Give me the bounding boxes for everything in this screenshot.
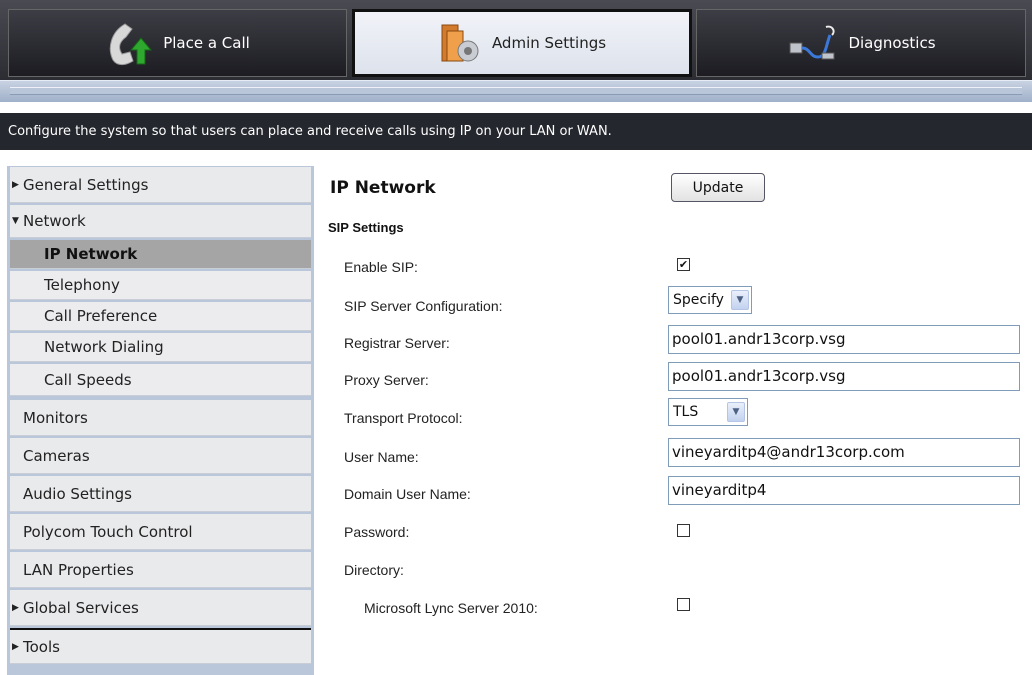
chevron-down-icon: ▼ bbox=[731, 290, 749, 310]
sidebar-item-call-preference[interactable]: Call Preference bbox=[10, 302, 311, 331]
sip-server-config-select[interactable]: Specify ▼ bbox=[668, 286, 752, 314]
lync-server-checkbox[interactable] bbox=[677, 598, 690, 611]
sidebar-item-network[interactable]: ▼ Network bbox=[10, 205, 311, 238]
label-user-name: User Name: bbox=[344, 449, 419, 465]
sidebar-item-label: Global Services bbox=[23, 598, 139, 617]
admin-settings-icon bbox=[438, 21, 482, 65]
diagnostics-cable-icon bbox=[786, 23, 838, 63]
label-enable-sip: Enable SIP: bbox=[344, 259, 418, 275]
password-checkbox[interactable] bbox=[677, 524, 690, 537]
caret-right-icon: ▶ bbox=[12, 179, 19, 190]
tab-subbar bbox=[0, 80, 1032, 102]
proxy-server-input[interactable]: pool01.andr13corp.vsg bbox=[668, 362, 1020, 391]
label-directory: Directory: bbox=[344, 562, 404, 578]
page-title: IP Network bbox=[330, 178, 436, 198]
sidebar-item-label: Network bbox=[23, 212, 86, 230]
sidebar-item-audio-settings[interactable]: Audio Settings bbox=[10, 476, 311, 512]
transport-protocol-select[interactable]: TLS ▼ bbox=[668, 398, 748, 426]
domain-user-name-input[interactable]: vineyarditp4 bbox=[668, 476, 1020, 505]
main-content: IP Network Update SIP Settings Enable SI… bbox=[328, 166, 1028, 675]
sidebar-item-monitors[interactable]: Monitors bbox=[10, 400, 311, 436]
top-tab-bar: Place a Call Admin Settings Diagnostics bbox=[0, 0, 1032, 80]
label-proxy-server: Proxy Server: bbox=[344, 372, 429, 388]
sidebar-item-global-services[interactable]: ▶ Global Services bbox=[10, 590, 311, 626]
page-description: Configure the system so that users can p… bbox=[0, 113, 1032, 150]
sidebar-item-ip-network[interactable]: IP Network bbox=[10, 240, 311, 269]
select-value: TLS bbox=[673, 404, 699, 420]
tab-place-a-call[interactable]: Place a Call bbox=[8, 9, 347, 77]
user-name-input[interactable]: vineyarditp4@andr13corp.com bbox=[668, 438, 1020, 467]
tab-diagnostics[interactable]: Diagnostics bbox=[696, 9, 1026, 77]
sidebar-item-call-speeds[interactable]: Call Speeds bbox=[10, 364, 311, 396]
sidebar-item-general-settings[interactable]: ▶ General Settings bbox=[10, 167, 311, 203]
tab-label: Place a Call bbox=[163, 34, 250, 52]
label-domain-user-name: Domain User Name: bbox=[344, 486, 471, 502]
section-title-sip-settings: SIP Settings bbox=[328, 220, 404, 235]
tab-admin-settings[interactable]: Admin Settings bbox=[352, 9, 692, 77]
enable-sip-checkbox[interactable]: ✔ bbox=[677, 258, 690, 271]
label-transport-protocol: Transport Protocol: bbox=[344, 410, 463, 426]
sidebar: ▶ General Settings ▼ Network IP Network … bbox=[7, 166, 314, 675]
sidebar-item-polycom-touch-control[interactable]: Polycom Touch Control bbox=[10, 514, 311, 550]
caret-right-icon: ▶ bbox=[12, 641, 19, 652]
sidebar-item-lan-properties[interactable]: LAN Properties bbox=[10, 552, 311, 588]
sidebar-item-cameras[interactable]: Cameras bbox=[10, 438, 311, 474]
sidebar-item-network-dialing[interactable]: Network Dialing bbox=[10, 333, 311, 362]
update-button[interactable]: Update bbox=[671, 173, 765, 202]
select-value: Specify bbox=[673, 292, 724, 308]
label-registrar-server: Registrar Server: bbox=[344, 335, 450, 351]
sidebar-item-telephony[interactable]: Telephony bbox=[10, 271, 311, 300]
caret-right-icon: ▶ bbox=[12, 602, 19, 613]
label-password: Password: bbox=[344, 524, 410, 540]
caret-down-icon: ▼ bbox=[12, 216, 19, 226]
label-microsoft-lync-server: Microsoft Lync Server 2010: bbox=[364, 600, 538, 616]
sidebar-item-label: General Settings bbox=[23, 175, 149, 194]
chevron-down-icon: ▼ bbox=[727, 402, 745, 422]
tab-label: Admin Settings bbox=[491, 34, 607, 52]
registrar-server-input[interactable]: pool01.andr13corp.vsg bbox=[668, 325, 1020, 354]
label-sip-server-config: SIP Server Configuration: bbox=[344, 298, 503, 314]
sidebar-item-tools[interactable]: ▶ Tools bbox=[10, 628, 311, 664]
phone-handset-icon bbox=[105, 20, 153, 66]
tab-label: Diagnostics bbox=[848, 34, 936, 52]
sidebar-item-label: Tools bbox=[23, 637, 60, 656]
